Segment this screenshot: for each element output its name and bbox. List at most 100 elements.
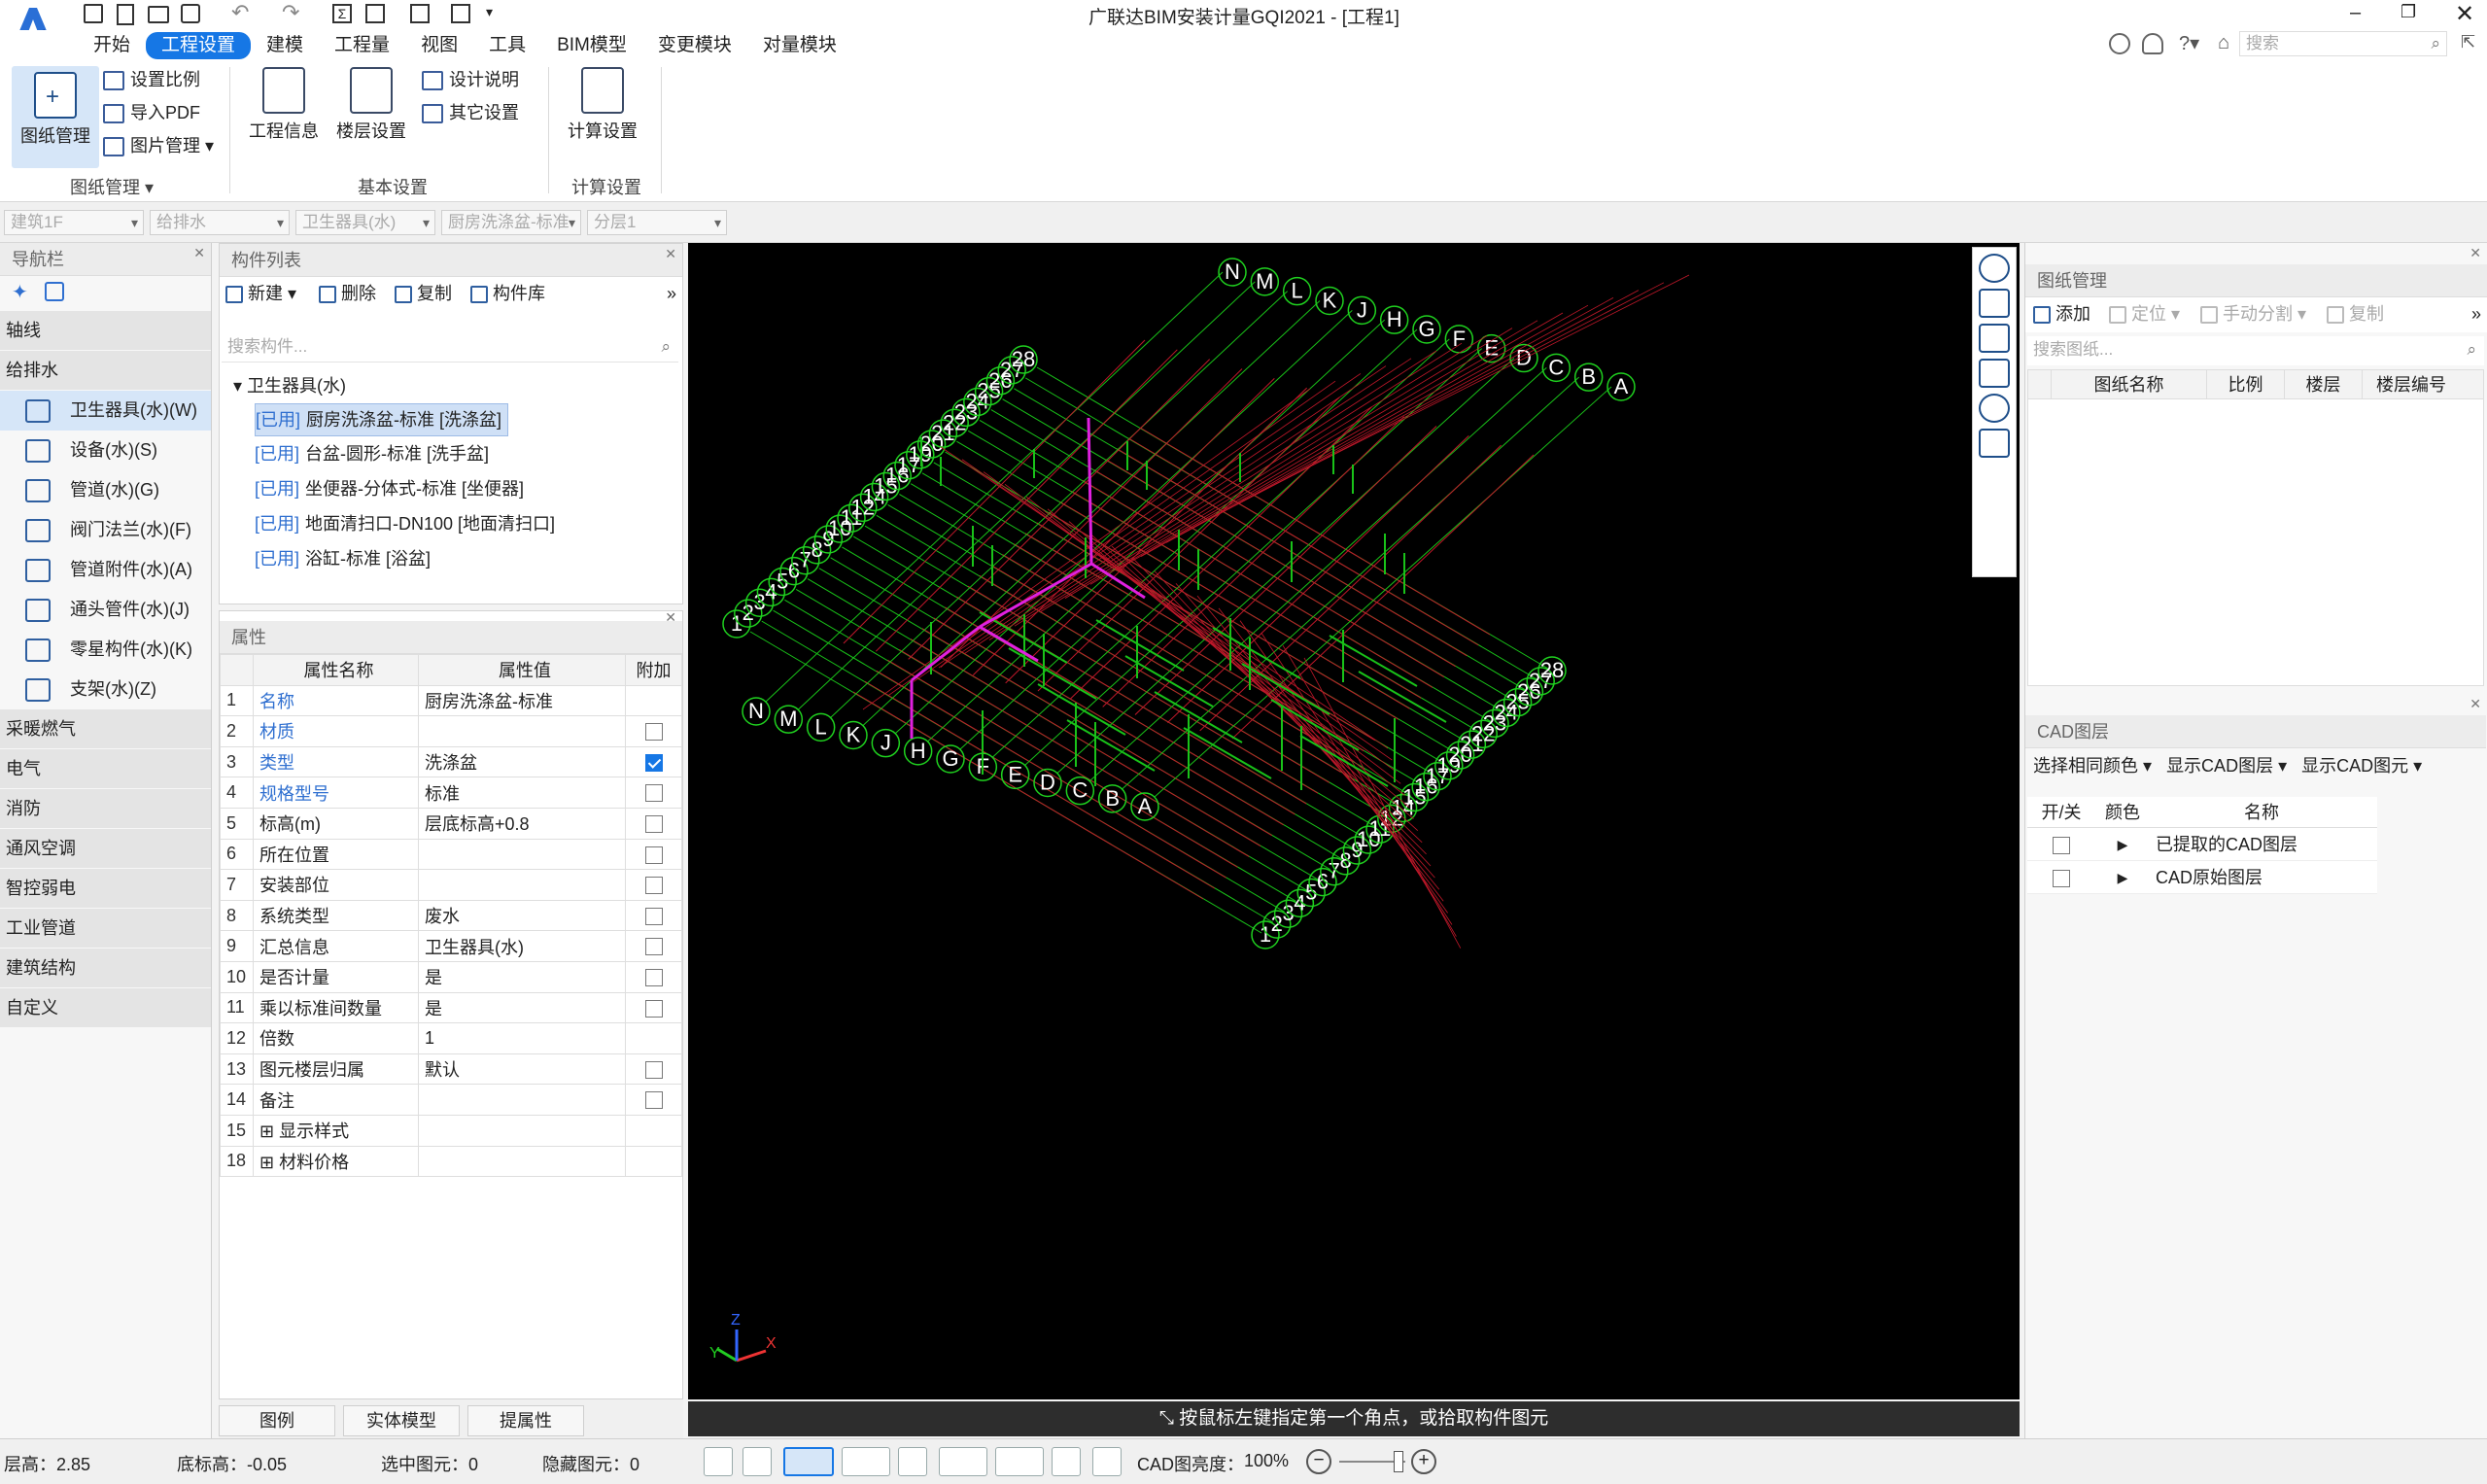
prop-value[interactable]: 卫生器具(水) [418, 930, 626, 962]
extra-checkbox[interactable] [644, 1060, 663, 1079]
extra-checkbox[interactable] [644, 999, 663, 1018]
axis-bubble-left[interactable]: K [839, 720, 868, 750]
zoom-in-icon[interactable]: + [1411, 1449, 1436, 1474]
floor-settings-button[interactable]: 楼层设置 [330, 67, 412, 143]
panel-close-icon[interactable]: ✕ [193, 245, 205, 261]
expand-icon[interactable]: ⊞ [259, 1153, 279, 1172]
component-type-select[interactable]: 卫生器具(水) [295, 210, 435, 235]
menu-8[interactable]: 对量模块 [747, 32, 852, 59]
ortho-icon[interactable] [743, 1447, 772, 1476]
drawing-management-button[interactable]: + 图纸管理 [12, 66, 99, 168]
extra-checkbox[interactable] [644, 907, 663, 925]
sidebar-item-17[interactable]: 自定义 [0, 988, 211, 1028]
restore-icon[interactable]: ❐ [2401, 2, 2416, 22]
prop-value[interactable]: 洗涤盆 [418, 745, 626, 778]
axis-bubble-left[interactable]: J [871, 728, 901, 758]
formula-icon[interactable]: Σ [332, 4, 352, 23]
prop-value[interactable]: 厨房洗涤盆-标准 [418, 684, 626, 717]
component-search-input[interactable]: 搜索构件... ⌕ [222, 333, 678, 362]
layers-icon[interactable] [451, 4, 470, 23]
sidebar-item-12[interactable]: 消防 [0, 789, 211, 829]
delete-component-button[interactable]: 删除 [319, 277, 376, 310]
table-row[interactable]: 15 ⊞ 显示样式 [220, 1114, 682, 1147]
table-icon[interactable] [410, 4, 430, 23]
rotate-icon[interactable] [1979, 394, 2010, 423]
axis-bubble-left[interactable]: M [774, 705, 804, 734]
table-row[interactable]: 12 倍数 1 [220, 1022, 682, 1054]
panel-close-icon[interactable]: ✕ [665, 609, 676, 626]
angle-icon[interactable] [939, 1447, 987, 1476]
copy-drawing-button[interactable]: 复制 [2327, 297, 2384, 330]
tab-solid-model[interactable]: 实体模型 [343, 1405, 460, 1436]
orbit-icon[interactable] [1979, 254, 2010, 283]
manual-split-button[interactable]: 手动分割 ▾ [2200, 297, 2306, 330]
open-folder-icon[interactable] [148, 6, 169, 23]
more-icon[interactable]: » [667, 277, 676, 310]
headset-icon[interactable] [2142, 33, 2163, 54]
select-box-icon[interactable] [783, 1447, 834, 1476]
curve-icon[interactable] [1092, 1447, 1122, 1476]
expand-icon[interactable]: ⊞ [259, 1122, 279, 1141]
pin-icon[interactable]: ⇱ [2461, 32, 2475, 52]
prop-value[interactable]: 是 [418, 960, 626, 993]
axis-bubble-left[interactable]: L [806, 712, 836, 742]
sidebar-item-13[interactable]: 通风空调 [0, 829, 211, 869]
dimension-icon[interactable] [995, 1447, 1044, 1476]
axis-bubble-right[interactable]: M [1250, 267, 1280, 296]
component-library-button[interactable]: 构件库 [470, 277, 545, 310]
table-row[interactable]: 10 是否计量 是 [220, 960, 682, 993]
search-icon[interactable]: ⌕ [661, 333, 671, 361]
group-label-drawing[interactable]: 图纸管理 ▾ [70, 174, 154, 199]
copy-component-button[interactable]: 复制 [395, 277, 452, 310]
axis-bubble-left[interactable]: N [742, 697, 771, 726]
edit-icon[interactable] [45, 282, 64, 301]
sidebar-item-7[interactable]: 通头管件(水)(J) [0, 590, 211, 630]
extra-checkbox[interactable] [644, 753, 663, 772]
prop-value[interactable]: 废水 [418, 899, 626, 932]
table-row[interactable]: 7 安装部位 [220, 869, 682, 901]
add-drawing-button[interactable]: 添加 [2033, 297, 2090, 330]
view-icon[interactable] [365, 4, 385, 23]
prop-value[interactable]: 标准 [418, 777, 626, 809]
axis-bubble-top[interactable]: 28 [1009, 345, 1038, 374]
extra-checkbox[interactable] [644, 1091, 663, 1110]
calc-settings-button[interactable]: 计算设置 [562, 67, 643, 143]
extra-checkbox[interactable] [644, 877, 663, 895]
zoom-out-icon[interactable]: − [1306, 1449, 1331, 1474]
axis-bubble-right[interactable]: N [1218, 258, 1247, 287]
render-icon[interactable] [1052, 1447, 1081, 1476]
save-icon[interactable] [181, 4, 200, 23]
sidebar-item-5[interactable]: 阀门法兰(水)(F) [0, 510, 211, 550]
same-color-button[interactable]: 选择相同颜色 ▾ [2033, 756, 2152, 776]
show-elements-button[interactable]: 显示CAD图元 ▾ [2301, 756, 2422, 776]
sidebar-item-11[interactable]: 电气 [0, 749, 211, 789]
locate-button[interactable]: 定位 ▾ [2109, 297, 2180, 330]
sidebar-item-14[interactable]: 智控弱电 [0, 869, 211, 909]
sidebar-item-16[interactable]: 建筑结构 [0, 949, 211, 988]
panel-close-icon[interactable]: ✕ [665, 246, 676, 262]
expand-arrow-icon[interactable]: ▶ [2095, 828, 2150, 860]
view-3d-icon[interactable] [1979, 324, 2010, 353]
search-icon[interactable]: ⌕ [2467, 336, 2476, 363]
cube-icon[interactable] [842, 1447, 890, 1476]
tree-group[interactable]: ▾ 卫生器具(水) [233, 370, 346, 401]
prop-value[interactable] [418, 869, 626, 901]
menu-2[interactable]: 建模 [251, 32, 319, 59]
sidebar-item-9[interactable]: 支架(水)(Z) [0, 670, 211, 709]
cross-icon[interactable] [898, 1447, 927, 1476]
close-icon[interactable]: ✕ [2455, 0, 2474, 28]
prop-value[interactable] [418, 1114, 626, 1147]
cad-drawing[interactable]: 1122334455667788991010111112121414151516… [688, 243, 2020, 1399]
set-scale-button[interactable]: 设置比例 [103, 65, 200, 94]
view-2d-icon[interactable] [1979, 289, 2010, 318]
redo-icon[interactable]: ↷ [282, 0, 299, 25]
axis-bubble-left[interactable]: E [1000, 760, 1030, 790]
table-row[interactable]: 14 备注 [220, 1084, 682, 1116]
table-row[interactable]: 1 名称 厨房洗涤盆-标准 [220, 684, 682, 717]
extra-checkbox[interactable] [644, 846, 663, 864]
axis-bubble-left[interactable]: H [903, 737, 933, 766]
sidebar-item-4[interactable]: 管道(水)(G) [0, 470, 211, 510]
other-settings-button[interactable]: 其它设置 [422, 98, 519, 127]
axis-bubble-right[interactable]: B [1573, 362, 1604, 392]
extra-checkbox[interactable] [644, 968, 663, 986]
